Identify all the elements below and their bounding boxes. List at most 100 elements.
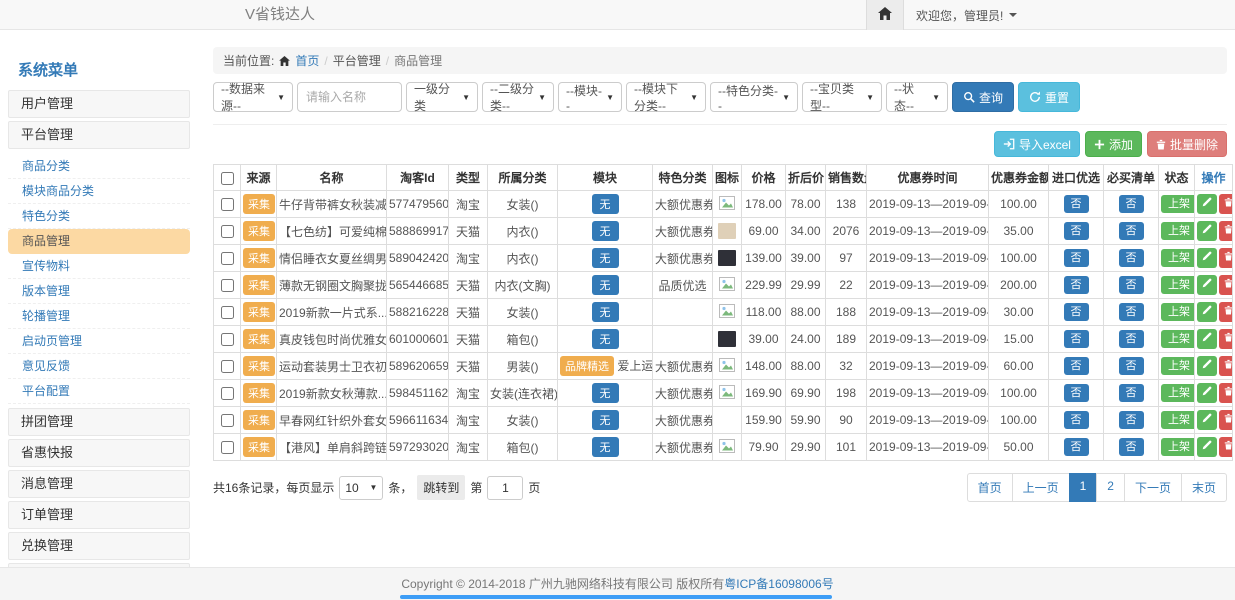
sidebar-group[interactable]: 平台管理 bbox=[8, 121, 190, 149]
sidebar-item[interactable]: 特色分类 bbox=[8, 204, 190, 229]
module-badge[interactable]: 无 bbox=[592, 302, 619, 322]
sidebar-group[interactable]: 拼团管理 bbox=[8, 408, 190, 436]
import-select-toggle[interactable]: 否 bbox=[1064, 384, 1089, 402]
status-toggle[interactable]: 上架 bbox=[1161, 222, 1195, 240]
import-select-toggle[interactable]: 否 bbox=[1064, 330, 1089, 348]
page-button[interactable]: 1 bbox=[1069, 473, 1098, 502]
row-checkbox[interactable] bbox=[221, 252, 234, 265]
edit-button[interactable] bbox=[1197, 329, 1217, 349]
horizontal-scrollbar-thumb[interactable] bbox=[400, 595, 832, 599]
import-select-toggle[interactable]: 否 bbox=[1064, 276, 1089, 294]
status-toggle[interactable]: 上架 bbox=[1161, 438, 1195, 456]
page-button[interactable]: 末页 bbox=[1181, 473, 1227, 502]
search-button[interactable]: 查询 bbox=[952, 82, 1014, 112]
edit-button[interactable] bbox=[1197, 302, 1217, 322]
edit-button[interactable] bbox=[1197, 437, 1217, 457]
edit-button[interactable] bbox=[1197, 356, 1217, 376]
module-badge[interactable]: 无 bbox=[592, 410, 619, 430]
status-toggle[interactable]: 上架 bbox=[1161, 330, 1195, 348]
delete-button[interactable] bbox=[1219, 383, 1233, 403]
sidebar-group[interactable]: 兑换管理 bbox=[8, 532, 190, 560]
status-toggle[interactable]: 上架 bbox=[1161, 303, 1195, 321]
row-checkbox[interactable] bbox=[221, 306, 234, 319]
row-checkbox[interactable] bbox=[221, 414, 234, 427]
must-buy-toggle[interactable]: 否 bbox=[1119, 303, 1144, 321]
delete-button[interactable] bbox=[1219, 356, 1233, 376]
status-select[interactable]: --状态--▼ bbox=[886, 82, 948, 112]
level2-category-select[interactable]: --二级分类--▼ bbox=[482, 82, 554, 112]
user-menu[interactable]: 欢迎您，管理员! bbox=[904, 0, 1029, 30]
sidebar-item[interactable]: 启动页管理 bbox=[8, 329, 190, 354]
add-button[interactable]: 添加 bbox=[1085, 131, 1142, 157]
import-excel-button[interactable]: 导入excel bbox=[994, 131, 1080, 157]
sidebar-item[interactable]: 轮播管理 bbox=[8, 304, 190, 329]
module-badge[interactable]: 无 bbox=[592, 329, 619, 349]
module-badge[interactable]: 无 bbox=[592, 383, 619, 403]
sidebar-item[interactable]: 平台配置 bbox=[8, 379, 190, 404]
module-badge[interactable]: 无 bbox=[592, 194, 619, 214]
must-buy-toggle[interactable]: 否 bbox=[1119, 411, 1144, 429]
module-badge[interactable]: 无 bbox=[592, 248, 619, 268]
page-button[interactable]: 上一页 bbox=[1012, 473, 1070, 502]
sidebar-item[interactable]: 模块商品分类 bbox=[8, 179, 190, 204]
select-all-checkbox[interactable] bbox=[221, 172, 234, 185]
import-select-toggle[interactable]: 否 bbox=[1064, 195, 1089, 213]
edit-button[interactable] bbox=[1197, 194, 1217, 214]
sidebar-group[interactable]: 订单管理 bbox=[8, 501, 190, 529]
row-checkbox[interactable] bbox=[221, 441, 234, 454]
row-checkbox[interactable] bbox=[221, 360, 234, 373]
import-select-toggle[interactable]: 否 bbox=[1064, 357, 1089, 375]
status-toggle[interactable]: 上架 bbox=[1161, 195, 1195, 213]
sidebar-item[interactable]: 商品管理 bbox=[8, 229, 190, 254]
import-select-toggle[interactable]: 否 bbox=[1064, 222, 1089, 240]
module-select[interactable]: --模块--▼ bbox=[558, 82, 622, 112]
sidebar-item[interactable]: 商品分类 bbox=[8, 154, 190, 179]
status-toggle[interactable]: 上架 bbox=[1161, 276, 1195, 294]
delete-button[interactable] bbox=[1219, 194, 1233, 214]
module-badge[interactable]: 品牌精选 bbox=[560, 356, 614, 376]
delete-button[interactable] bbox=[1219, 248, 1233, 268]
delete-button[interactable] bbox=[1219, 437, 1233, 457]
item-type-select[interactable]: --宝贝类型--▼ bbox=[802, 82, 882, 112]
sidebar-item[interactable]: 宣传物料 bbox=[8, 254, 190, 279]
sidebar-item[interactable]: 版本管理 bbox=[8, 279, 190, 304]
data-source-select[interactable]: --数据来源--▼ bbox=[213, 82, 293, 112]
must-buy-toggle[interactable]: 否 bbox=[1119, 222, 1144, 240]
sidebar-group[interactable]: 省惠快报 bbox=[8, 439, 190, 467]
delete-button[interactable] bbox=[1219, 302, 1233, 322]
edit-button[interactable] bbox=[1197, 275, 1217, 295]
page-button[interactable]: 首页 bbox=[967, 473, 1013, 502]
sidebar-group[interactable]: 消息管理 bbox=[8, 470, 190, 498]
module-sub-category-select[interactable]: --模块下分类--▼ bbox=[626, 82, 706, 112]
module-badge[interactable]: 无 bbox=[592, 437, 619, 457]
jump-page-input[interactable] bbox=[487, 476, 523, 500]
edit-button[interactable] bbox=[1197, 248, 1217, 268]
must-buy-toggle[interactable]: 否 bbox=[1119, 276, 1144, 294]
must-buy-toggle[interactable]: 否 bbox=[1119, 249, 1144, 267]
row-checkbox[interactable] bbox=[221, 333, 234, 346]
page-button[interactable]: 2 bbox=[1096, 473, 1125, 502]
import-select-toggle[interactable]: 否 bbox=[1064, 438, 1089, 456]
bulk-delete-button[interactable]: 批量删除 bbox=[1147, 131, 1227, 157]
icp-link[interactable]: 粤ICP备16098006号 bbox=[724, 577, 833, 591]
delete-button[interactable] bbox=[1219, 275, 1233, 295]
breadcrumb-home-link[interactable]: 首页 bbox=[295, 52, 319, 69]
edit-button[interactable] bbox=[1197, 383, 1217, 403]
name-input[interactable] bbox=[297, 82, 402, 112]
import-select-toggle[interactable]: 否 bbox=[1064, 249, 1089, 267]
module-badge[interactable]: 无 bbox=[592, 275, 619, 295]
per-page-select[interactable]: 10 ▼ bbox=[339, 476, 383, 500]
sidebar-item[interactable]: 意见反馈 bbox=[8, 354, 190, 379]
status-toggle[interactable]: 上架 bbox=[1161, 357, 1195, 375]
must-buy-toggle[interactable]: 否 bbox=[1119, 384, 1144, 402]
status-toggle[interactable]: 上架 bbox=[1161, 411, 1195, 429]
delete-button[interactable] bbox=[1219, 410, 1233, 430]
jump-button[interactable]: 跳转到 bbox=[417, 475, 465, 500]
row-checkbox[interactable] bbox=[221, 387, 234, 400]
reset-button[interactable]: 重置 bbox=[1018, 82, 1080, 112]
delete-button[interactable] bbox=[1219, 221, 1233, 241]
row-checkbox[interactable] bbox=[221, 198, 234, 211]
status-toggle[interactable]: 上架 bbox=[1161, 249, 1195, 267]
edit-button[interactable] bbox=[1197, 410, 1217, 430]
delete-button[interactable] bbox=[1219, 329, 1233, 349]
